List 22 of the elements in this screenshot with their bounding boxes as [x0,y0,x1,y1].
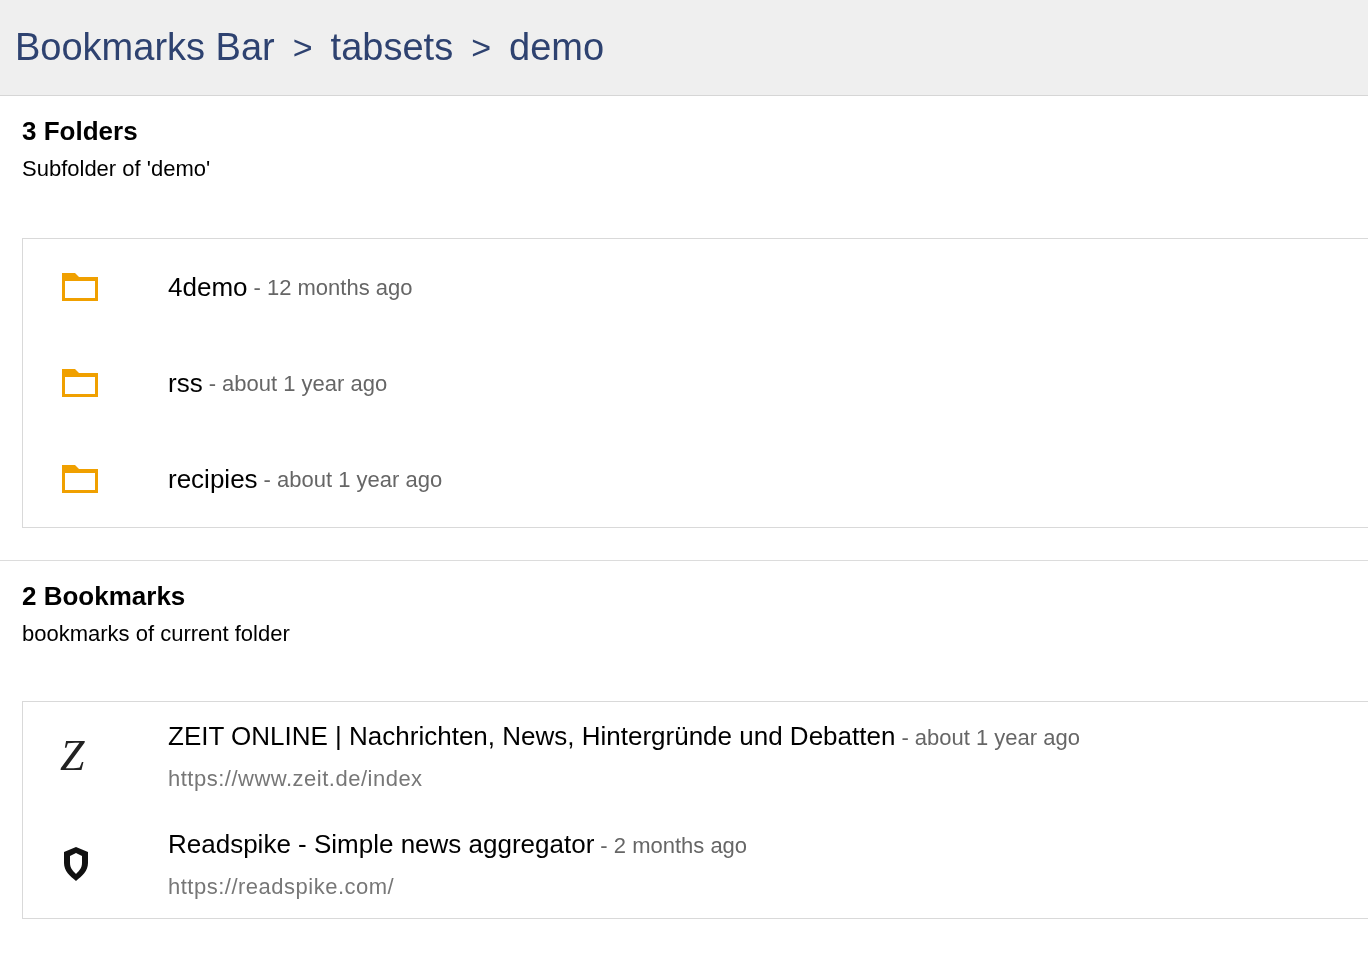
bookmark-title[interactable]: Readspike - Simple news aggregator [168,825,595,864]
bookmark-title[interactable]: ZEIT ONLINE | Nachrichten, News, Hintergründe und Debatten [168,717,896,756]
bookmark-age: - 2 months ago [600,832,748,860]
folder-age: - about 1 year ago [208,369,388,398]
section-subtitle: bookmarks of current folder [21,620,291,648]
section-title: 2 Bookmarks [21,580,187,613]
folder-age: - about 1 year ago [263,465,443,494]
bookmark-age: - about 1 year ago [901,724,1080,752]
folder-name[interactable]: recipies [168,459,258,499]
folder-name[interactable]: rss [168,363,203,403]
section-subtitle: Subfolder of 'demo' [21,155,212,183]
section-title: 3 Folders [21,115,139,148]
bookmark-url[interactable]: https://readspike.com/ [168,870,395,903]
site-logo-icon: Z [60,734,85,778]
folder-age: - 12 months ago [253,273,413,302]
breadcrumb-link[interactable]: tabsets [330,19,454,76]
breadcrumb-link[interactable]: Bookmarks Bar [15,19,275,76]
bookmark-url[interactable]: https://www.zeit.de/index [168,762,423,795]
breadcrumb-separator: > [292,27,313,68]
breadcrumb-link[interactable]: demo [509,19,605,76]
folder-name[interactable]: 4demo [168,267,248,307]
breadcrumb-separator: > [471,27,491,68]
